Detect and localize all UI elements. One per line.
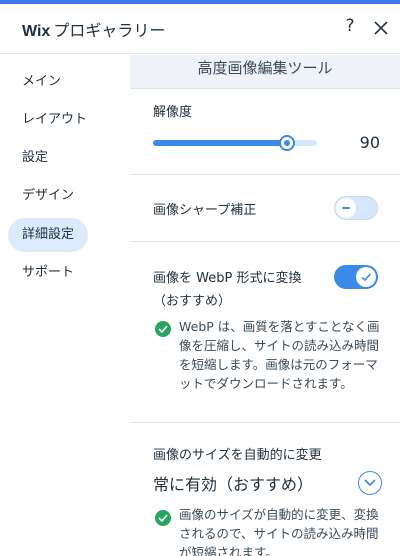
- app-name: プロギャラリー: [53, 21, 166, 40]
- sidebar-item-label: 詳細設定: [22, 227, 75, 242]
- webp-toggle[interactable]: [334, 265, 378, 289]
- sidebar-item-label: レイアウト: [22, 112, 88, 127]
- sidebar-item-support[interactable]: サポート: [8, 256, 88, 290]
- app-title: Wix プロギャラリー: [22, 17, 165, 41]
- close-icon: [374, 21, 388, 35]
- webp-label: 画像を WebP 形式に変換: [153, 271, 302, 286]
- sharpen-label: 画像シャープ補正: [153, 203, 257, 218]
- auto-resize-note: 画像のサイズが自動的に変更、変換されるので、サイトの読み込み時間が短縮されます。: [179, 507, 379, 556]
- sidebar-nav: メイン レイアウト 設定 デザイン 詳細設定 サポート: [0, 55, 130, 556]
- webp-note: WebP は、画質を落とすことなく画像を圧縮し、サイトの読み込み時間を短縮します…: [179, 319, 380, 391]
- checkmark-icon: [361, 273, 372, 282]
- success-check-icon: [155, 321, 171, 337]
- sidebar-item-label: メイン: [22, 74, 62, 89]
- sidebar-item-settings[interactable]: 設定: [8, 141, 62, 175]
- sidebar-item-design[interactable]: デザイン: [8, 179, 88, 213]
- success-check-icon: [155, 510, 171, 526]
- panel-header: Wix プロギャラリー ?: [0, 4, 400, 54]
- question-icon: ?: [345, 16, 355, 36]
- close-button[interactable]: [371, 17, 391, 39]
- toggle-knob: [356, 267, 376, 287]
- toggle-knob: [336, 198, 356, 218]
- sidebar-item-label: サポート: [22, 265, 75, 280]
- panel-title: 高度画像編集ツール: [130, 55, 400, 89]
- auto-resize-dropdown-button[interactable]: [358, 471, 382, 495]
- chevron-down-icon: [364, 479, 376, 487]
- brand-name: Wix: [22, 23, 51, 40]
- sidebar-item-label: デザイン: [22, 188, 75, 203]
- help-button[interactable]: ?: [340, 16, 360, 40]
- settings-panel: 高度画像編集ツール 解像度 90 画像シャープ補正 画像を WebP 形式に変換…: [130, 55, 400, 556]
- sidebar-item-advanced[interactable]: 詳細設定: [8, 218, 89, 252]
- resolution-slider[interactable]: [153, 135, 317, 151]
- webp-recommended-label: （おすすめ）: [153, 294, 232, 309]
- sidebar-item-label: 設定: [22, 150, 49, 165]
- slider-handle[interactable]: [279, 135, 296, 151]
- divider: [130, 174, 400, 175]
- slider-fill: [153, 140, 288, 146]
- resolution-value: 90: [359, 133, 380, 152]
- divider: [130, 241, 400, 242]
- auto-resize-dropdown-value[interactable]: 常に有効（おすすめ）: [153, 471, 313, 495]
- sharpen-toggle[interactable]: [334, 196, 378, 220]
- sidebar-item-main[interactable]: メイン: [8, 65, 75, 99]
- auto-resize-label: 画像のサイズを自動的に変更: [153, 448, 322, 463]
- divider: [130, 422, 400, 423]
- sidebar-item-layout[interactable]: レイアウト: [8, 103, 101, 137]
- resolution-label: 解像度: [153, 105, 193, 120]
